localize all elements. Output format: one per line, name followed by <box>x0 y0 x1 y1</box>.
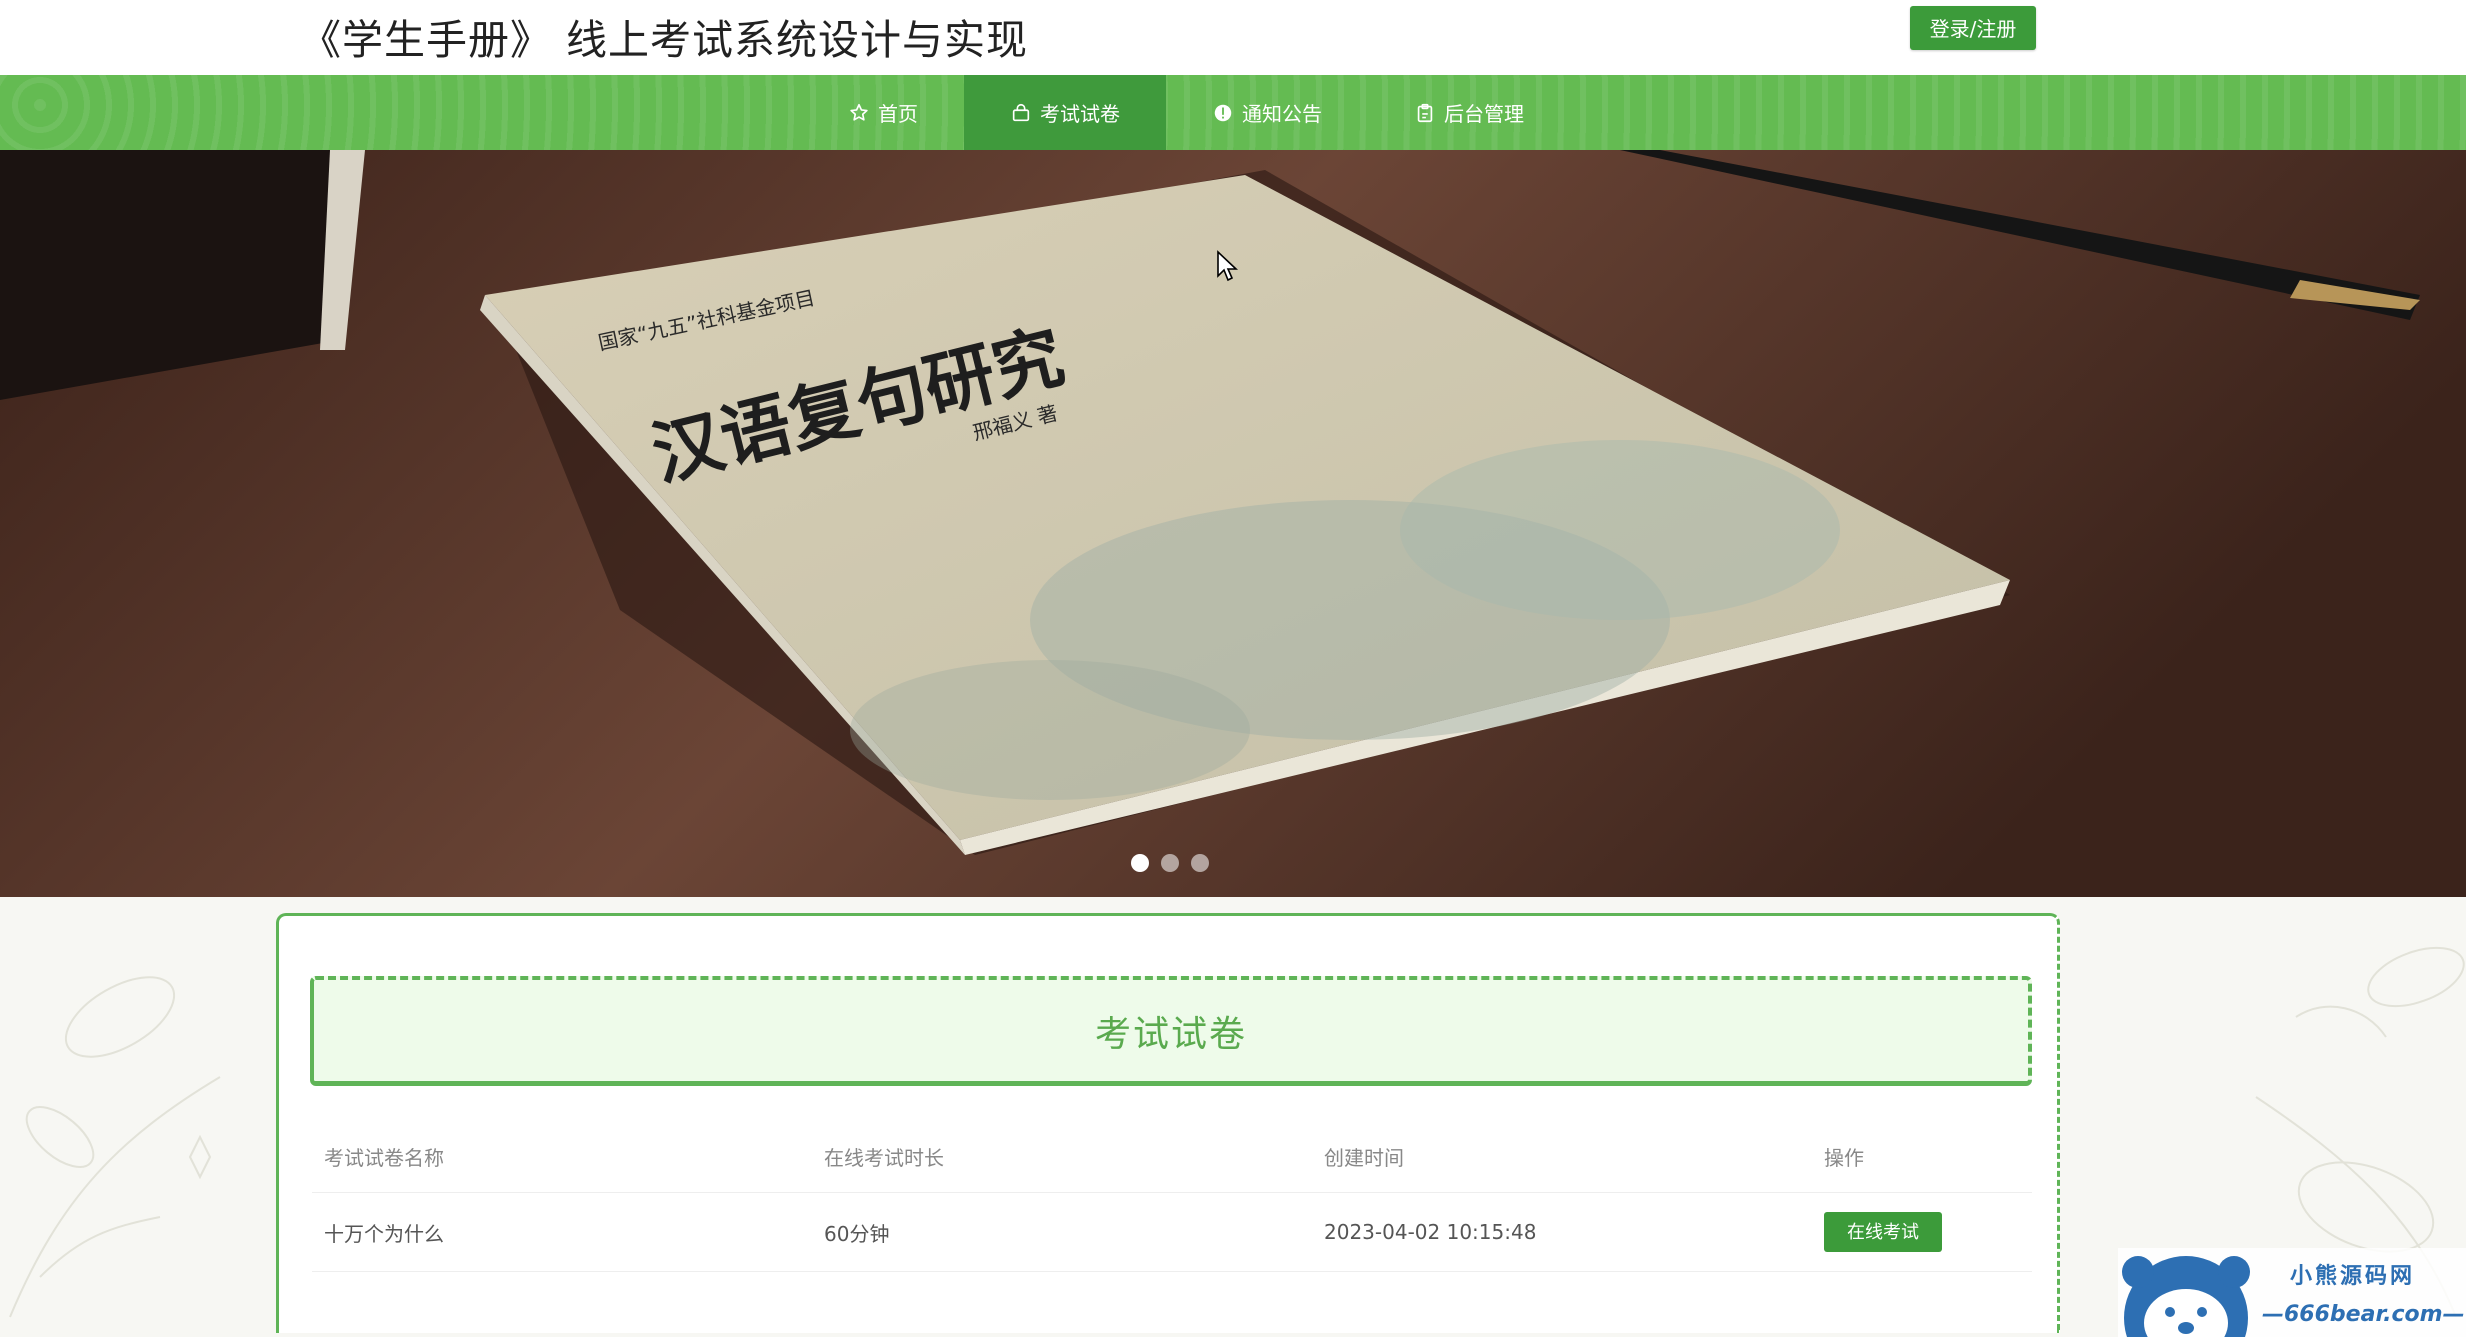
clipboard-icon <box>1414 102 1436 124</box>
nav-item-admin[interactable]: 后台管理 <box>1368 75 1570 150</box>
site-title: 《学生手册》 线上考试系统设计与实现 <box>300 16 1029 64</box>
main-nav: 首页 考试试卷 通知公告 后台管理 <box>0 75 2466 150</box>
login-register-button[interactable]: 登录/注册 <box>1910 6 2036 50</box>
nav-item-notices[interactable]: 通知公告 <box>1166 75 1368 150</box>
section-title-box: 考试试卷 <box>310 976 2032 1086</box>
nav-item-label: 后台管理 <box>1444 102 1524 126</box>
nav-item-label: 通知公告 <box>1242 102 1322 126</box>
column-header-name: 考试试卷名称 <box>324 1145 444 1170</box>
watermark-text: 小熊源码网 <box>2290 1264 2416 1289</box>
carousel-indicators <box>1131 854 1209 872</box>
info-icon <box>1212 102 1234 124</box>
column-header-action: 操作 <box>1824 1145 1864 1170</box>
table-row: 十万个为什么 60分钟 2023-04-02 10:15:48 在线考试 <box>312 1193 2032 1272</box>
table-header-row: 考试试卷名称 在线考试时长 创建时间 操作 <box>312 1120 2032 1193</box>
column-header-duration: 在线考试时长 <box>824 1145 944 1170</box>
nav-item-exam-papers[interactable]: 考试试卷 <box>964 75 1166 150</box>
exam-papers-table: 考试试卷名称 在线考试时长 创建时间 操作 十万个为什么 60分钟 2023-0… <box>312 1120 2032 1272</box>
cursor-icon <box>1217 250 1239 282</box>
exam-created-cell: 2023-04-02 10:15:48 <box>1324 1220 1537 1244</box>
column-header-created: 创建时间 <box>1324 1145 1404 1170</box>
banner-carousel[interactable]: 汉语复句研究 国家“九五”社科基金项目 邢福义 著 <box>0 150 2466 897</box>
nav-item-label: 首页 <box>878 102 918 126</box>
star-icon <box>848 102 870 124</box>
site-header: 《学生手册》 线上考试系统设计与实现 登录/注册 <box>0 0 2466 75</box>
exam-action-cell: 在线考试 <box>1824 1193 1942 1271</box>
exam-name-cell: 十万个为什么 <box>324 1221 444 1246</box>
bag-icon <box>1010 102 1032 124</box>
carousel-dot-2[interactable] <box>1161 854 1179 872</box>
nav-item-home[interactable]: 首页 <box>802 75 964 150</box>
exam-duration-cell: 60分钟 <box>824 1221 890 1246</box>
watermark-url: —666bear.com— <box>2262 1302 2465 1327</box>
carousel-dot-3[interactable] <box>1191 854 1209 872</box>
take-exam-button[interactable]: 在线考试 <box>1824 1212 1942 1252</box>
nav-item-label: 考试试卷 <box>1040 102 1120 126</box>
floral-decoration-left <box>9 976 221 1318</box>
section-title: 考试试卷 <box>1094 1013 1247 1055</box>
carousel-dot-1[interactable] <box>1131 854 1149 872</box>
